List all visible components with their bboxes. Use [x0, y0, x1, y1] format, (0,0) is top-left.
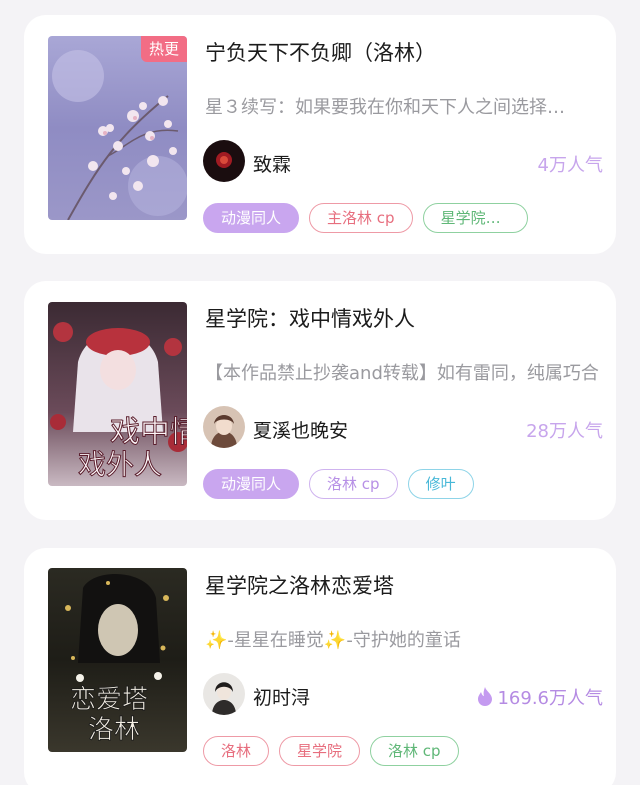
book-cover-2[interactable]: 戏中情 戏外人	[48, 302, 187, 486]
tag[interactable]: 动漫同人	[203, 203, 300, 233]
author-avatar[interactable]	[203, 406, 245, 448]
cover-title-text: 恋爱塔	[70, 685, 148, 715]
hot-update-badge: 热更	[140, 36, 187, 62]
tag[interactable]: 动漫同人	[203, 469, 300, 499]
author-name[interactable]: 初时浔	[253, 683, 310, 710]
author-avatar[interactable]	[203, 673, 245, 715]
author-name[interactable]: 致霖	[253, 150, 291, 177]
book-card-1[interactable]: 热更 宁负天下不负卿（洛林） 星３续写：如果要我在你和天下人之间选择… 致霖 4…	[24, 15, 616, 254]
tag[interactable]: 星学院３...	[422, 203, 528, 233]
book-title[interactable]: 星学院之洛林恋爱塔	[205, 570, 394, 600]
author-row: 夏溪也晚安 28万人气	[203, 406, 603, 450]
book-intro: 星３续写：如果要我在你和天下人之间选择…	[205, 97, 565, 118]
tag-list: 动漫同人 主洛林 cp 星学院３...	[203, 203, 528, 233]
book-title[interactable]: 宁负天下不负卿（洛林）	[205, 37, 436, 67]
tag[interactable]: 修叶	[407, 469, 474, 499]
author-name[interactable]: 夏溪也晚安	[253, 416, 348, 443]
book-card-3[interactable]: 恋爱塔 洛林 星学院之洛林恋爱塔 ✨-星星在睡觉✨-守护她的童话 初时浔 169…	[24, 548, 616, 785]
flame-icon	[477, 687, 493, 711]
sparkles-icon: ✨	[323, 630, 347, 651]
cover-title-text: 戏中情	[110, 415, 187, 450]
cover-subtitle-text: 戏外人	[78, 448, 162, 481]
tag[interactable]: 洛林 cp	[370, 736, 459, 766]
book-card-2[interactable]: 戏中情 戏外人 星学院：戏中情戏外人 【本作品禁止抄袭and转载】如有雷同，纯属…	[24, 281, 616, 520]
cover-subtitle-text: 洛林	[88, 715, 140, 745]
tag[interactable]: 洛林	[203, 736, 270, 766]
book-title[interactable]: 星学院：戏中情戏外人	[205, 303, 415, 333]
author-row: 致霖 4万人气	[203, 140, 603, 184]
popularity-count: 169.6万人气	[477, 684, 603, 711]
book-intro: 【本作品禁止抄袭and转载】如有雷同，纯属巧合	[205, 363, 599, 384]
tag-list: 洛林 星学院 洛林 cp	[203, 736, 459, 766]
tag-list: 动漫同人 洛林 cp 修叶	[203, 469, 474, 499]
sparkles-icon: ✨	[205, 630, 228, 651]
author-avatar[interactable]	[203, 140, 245, 182]
book-cover-1[interactable]: 热更	[48, 36, 187, 220]
popularity-count: 4万人气	[537, 155, 603, 176]
book-cover-3[interactable]: 恋爱塔 洛林	[48, 568, 187, 752]
tag[interactable]: 洛林 cp	[309, 469, 398, 499]
tag[interactable]: 星学院	[279, 736, 361, 766]
tag[interactable]: 主洛林 cp	[309, 203, 413, 233]
author-row: 初时浔 169.6万人气	[203, 673, 603, 717]
book-intro: ✨-星星在睡觉✨-守护她的童话	[205, 630, 461, 651]
popularity-count: 28万人气	[526, 421, 603, 442]
